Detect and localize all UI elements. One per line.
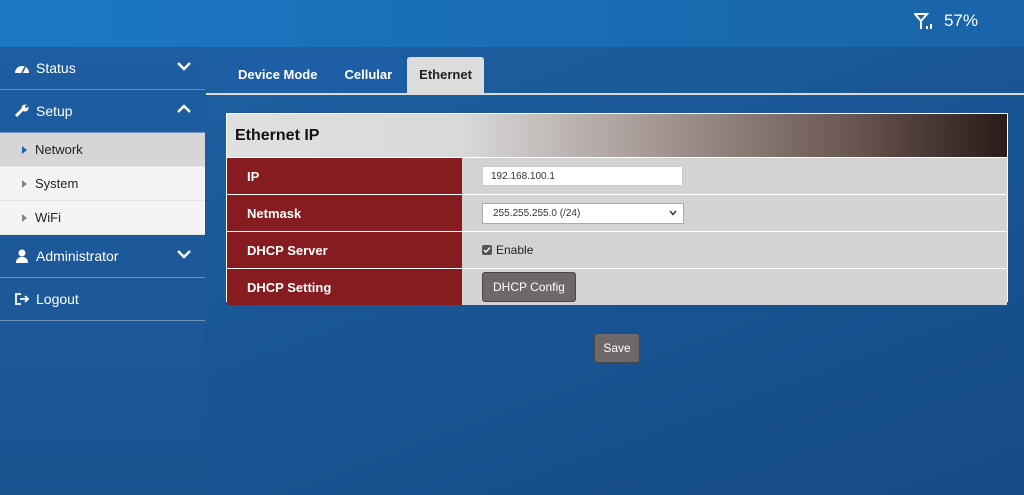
- signal-percent: 57%: [943, 11, 978, 30]
- sidebar-item-label: Status: [36, 60, 76, 76]
- chevron-down-icon[interactable]: [177, 61, 191, 71]
- chevron-up-icon[interactable]: [177, 104, 191, 114]
- netmask-label: Netmask: [227, 195, 462, 231]
- save-button[interactable]: Save: [594, 333, 640, 363]
- sidebar-item-system[interactable]: System: [0, 167, 205, 201]
- dhcp-config-button[interactable]: DHCP Config: [482, 272, 576, 302]
- tab-device-mode[interactable]: Device Mode: [226, 57, 330, 93]
- dhcp-setting-label: DHCP Setting: [227, 269, 462, 305]
- check-icon: [483, 247, 491, 254]
- sidebar-item-administrator[interactable]: Administrator: [0, 235, 205, 278]
- wrench-icon: [14, 104, 29, 118]
- caret-right-icon: [22, 145, 27, 154]
- sidebar-item-label: Setup: [36, 103, 73, 119]
- dhcp-enable-checkbox-wrap[interactable]: Enable: [482, 243, 533, 257]
- tab-divider: [206, 93, 1024, 95]
- chevron-down-icon: [669, 210, 677, 216]
- ip-value-cell: [462, 158, 1007, 194]
- signal-status: 57%: [913, 11, 978, 31]
- ip-row: IP: [227, 157, 1007, 194]
- sidebar-subitem-label: System: [35, 176, 79, 191]
- dhcp-server-value-cell: Enable: [462, 232, 1007, 268]
- sidebar-subitem-label: Network: [35, 142, 83, 157]
- caret-right-icon: [22, 213, 27, 222]
- sidebar: Status Setup Network System WiFi Adminis…: [0, 47, 205, 495]
- logout-icon: [15, 293, 30, 305]
- user-icon: [16, 249, 28, 263]
- ethernet-ip-panel: Ethernet IP IP Netmask 255.255.255.0 (/2…: [226, 113, 1008, 305]
- netmask-selected-value: 255.255.255.0 (/24): [493, 207, 581, 219]
- dashboard-icon: [15, 66, 29, 74]
- netmask-select[interactable]: 255.255.255.0 (/24): [482, 202, 684, 224]
- sidebar-item-wifi[interactable]: WiFi: [0, 201, 205, 235]
- top-bar: 57%: [0, 0, 1024, 47]
- sidebar-item-status[interactable]: Status: [0, 47, 205, 90]
- sidebar-item-label: Logout: [36, 291, 79, 307]
- signal-icon: [913, 13, 932, 29]
- dhcp-enable-checkbox[interactable]: [482, 245, 492, 255]
- netmask-row: Netmask 255.255.255.0 (/24): [227, 194, 1007, 231]
- sidebar-subitem-label: WiFi: [35, 210, 61, 225]
- dhcp-server-label: DHCP Server: [227, 232, 462, 268]
- sidebar-item-logout[interactable]: Logout: [0, 278, 205, 321]
- tab-ethernet[interactable]: Ethernet: [407, 57, 484, 93]
- dhcp-setting-value-cell: DHCP Config: [462, 269, 1007, 305]
- sidebar-item-label: Administrator: [36, 248, 119, 264]
- tab-cellular[interactable]: Cellular: [332, 57, 405, 93]
- dhcp-enable-label: Enable: [496, 243, 534, 257]
- caret-right-icon: [22, 179, 27, 188]
- dhcp-server-row: DHCP Server Enable: [227, 231, 1007, 268]
- netmask-value-cell: 255.255.255.0 (/24): [462, 195, 1007, 231]
- chevron-down-icon[interactable]: [177, 249, 191, 259]
- dhcp-setting-row: DHCP Setting DHCP Config: [227, 268, 1007, 305]
- ip-label: IP: [227, 158, 462, 194]
- panel-title: Ethernet IP: [227, 114, 1007, 157]
- sidebar-item-setup[interactable]: Setup: [0, 90, 205, 133]
- ip-input[interactable]: [482, 166, 683, 186]
- tab-bar: Device Mode Cellular Ethernet: [226, 57, 484, 93]
- sidebar-item-network[interactable]: Network: [0, 133, 205, 167]
